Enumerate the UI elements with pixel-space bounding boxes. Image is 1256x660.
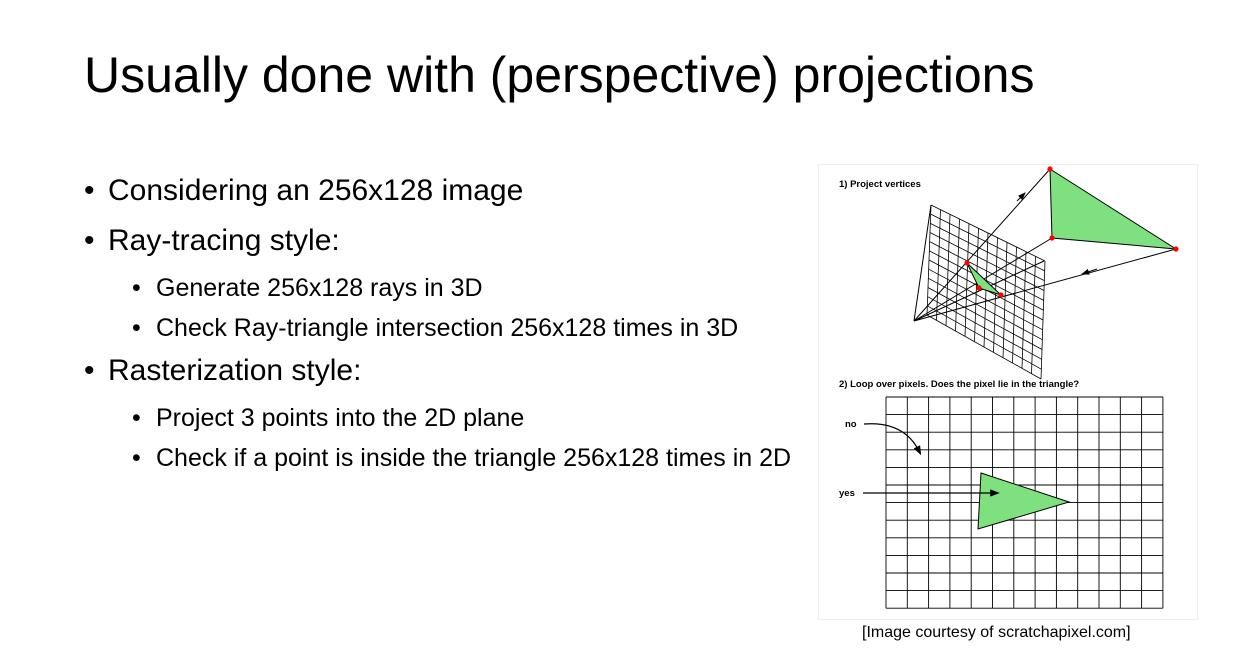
plane-grid-line [1040,260,1046,380]
bullet-item: • Considering an 256x128 image [84,172,844,210]
plane-grid-line [926,314,1042,380]
image-plane-grid [926,204,1046,380]
bullet-dot: • [132,444,141,472]
sub-bullet-item: • Check Ray-triangle intersection 256x12… [132,312,844,345]
projection-figure: 1) Project vertices 2) Loop over pixels.… [818,164,1198,620]
bullet-dot: • [84,354,95,387]
bullet-item: • Ray-tracing style: [84,222,844,260]
yes-label: yes [839,488,855,499]
step1-label: 1) Project vertices [839,179,921,190]
bullet-item: • Rasterization style: [84,352,844,390]
plane-grid-line [927,296,1042,360]
sub-bullet-text: Project 3 points into the 2D plane [156,404,525,432]
no-arrow [863,423,922,456]
image-caption: [Image courtesy of scratchapixel.com] [862,624,1131,641]
bullet-dot: • [132,274,141,302]
sub-bullet-text: Check if a point is inside the triangle … [156,444,792,472]
bullet-list: • Considering an 256x128 image • Ray-tra… [84,172,844,482]
plane-grid-line [927,287,1043,350]
sub-bullet-item: • Generate 256x128 rays in 3D [132,272,844,305]
no-label: no [845,419,857,430]
bullet-text: Rasterization style: [108,354,362,387]
bullet-text: Considering an 256x128 image [108,174,524,207]
plane-grid-line [927,305,1042,370]
sub-bullet-item: • Project 3 points into the 2D plane [132,402,844,435]
bullet-dot: • [132,314,141,342]
bullet-dot: • [132,404,141,432]
sub-bullet-text: Check Ray-triangle intersection 256x128 … [156,314,739,342]
bullet-dot: • [84,174,95,207]
world-triangle [1049,168,1177,250]
bullet-text: Ray-tracing style: [108,224,340,257]
slide-title: Usually done with (perspective) projecti… [84,47,1035,103]
projection-diagram: 1) Project vertices 2) Loop over pixels.… [839,166,1179,609]
step2-label: 2) Loop over pixels. Does the pixel lie … [839,379,1079,390]
bullet-dot: • [84,224,95,257]
sub-bullet-text: Generate 256x128 rays in 3D [156,274,483,302]
sub-bullet-item: • Check if a point is inside the triangl… [132,442,844,475]
